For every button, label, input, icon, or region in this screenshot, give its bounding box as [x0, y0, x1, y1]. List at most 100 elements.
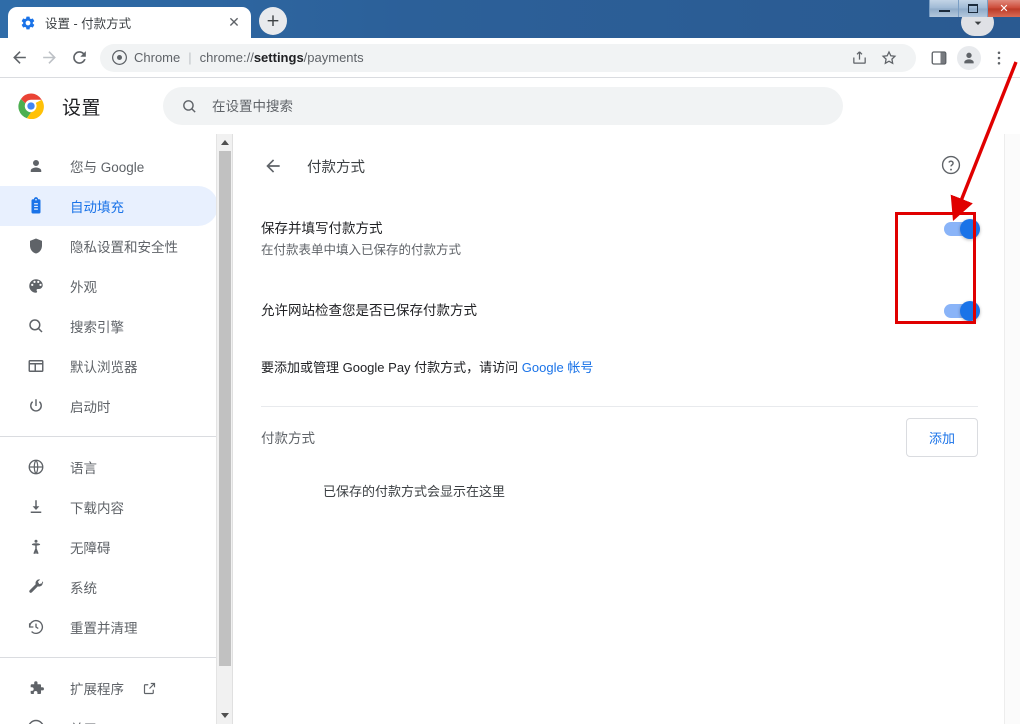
row-text-block: 保存并填写付款方式 在付款表单中填入已保存的付款方式	[261, 218, 944, 260]
page-header: 付款方式	[261, 134, 978, 198]
tab-title: 设置 - 付款方式	[45, 17, 132, 31]
browser-toolbar: Chrome | chrome://settings/payments	[0, 38, 1020, 78]
google-pay-note-text: 要添加或管理 Google Pay 付款方式，请访问	[261, 360, 522, 375]
sidebar-divider-1	[0, 436, 218, 437]
toggle-allow-sites-check[interactable]	[944, 301, 980, 321]
reload-icon[interactable]	[64, 43, 94, 73]
sidebar-item-label: 您与 Google	[70, 160, 145, 175]
wrench-icon	[26, 577, 46, 597]
setting-label: 允许网站检查您是否已保存付款方式	[261, 303, 477, 318]
add-payment-method-button[interactable]: 添加	[905, 417, 978, 457]
back-arrow-icon[interactable]	[261, 154, 285, 178]
sidebar-item-system[interactable]: 系统	[0, 567, 218, 607]
forward-arrow-icon[interactable]	[34, 43, 64, 73]
url-prefix: chrome://	[199, 50, 254, 65]
setting-row-allow-sites-check[interactable]: 允许网站检查您是否已保存付款方式	[261, 300, 980, 321]
star-icon[interactable]	[874, 44, 904, 72]
main-scrollbar[interactable]	[1004, 134, 1020, 724]
sidebar-item-label: 语言	[70, 461, 97, 476]
sidebar-item-languages[interactable]: 语言	[0, 447, 218, 487]
sidebar-item-privacy-security[interactable]: 隐私设置和安全性	[0, 226, 218, 266]
sidebar-item-label: 搜索引擎	[70, 320, 124, 335]
sidebar-item-search-engine[interactable]: 搜索引擎	[0, 306, 218, 346]
external-link-icon	[142, 681, 157, 696]
side-panel-icon[interactable]	[924, 43, 954, 73]
settings-search[interactable]	[163, 87, 844, 125]
sidebar-item-extensions[interactable]: 扩展程序	[0, 668, 218, 708]
sidebar-item-label: 重置并清理	[70, 621, 138, 636]
sidebar-scrollbar[interactable]	[216, 134, 232, 724]
sidebar-item-label: 扩展程序	[70, 682, 124, 697]
google-pay-note: 要添加或管理 Google Pay 付款方式，请访问 Google 帐号	[261, 358, 978, 378]
search-input[interactable]	[212, 98, 826, 114]
sidebar-item-label: 隐私设置和安全性	[70, 240, 178, 255]
sidebar-item-label: 默认浏览器	[70, 360, 138, 375]
toggle-knob	[960, 301, 980, 321]
sidebar-item-label: 外观	[70, 280, 97, 295]
new-tab-button[interactable]: +	[259, 7, 287, 35]
settings-sidebar: 您与 Google 自动填充 隐私设置和安全性 外观 搜索引擎 默认浏览器 启动…	[0, 134, 232, 724]
chrome-logo-icon	[18, 93, 44, 120]
scrollbar-thumb[interactable]	[218, 151, 231, 666]
sidebar-divider-2	[0, 657, 218, 658]
sidebar-item-default-browser[interactable]: 默认浏览器	[0, 346, 218, 386]
globe-icon	[26, 457, 46, 477]
sidebar-item-on-startup[interactable]: 启动时	[0, 386, 218, 426]
sidebar-item-label: 自动填充	[70, 200, 124, 215]
sidebar-item-label: 启动时	[70, 400, 111, 415]
profile-avatar[interactable]	[954, 43, 984, 73]
share-icon[interactable]	[844, 44, 874, 72]
search-icon	[181, 98, 198, 115]
payments-page-title: 付款方式	[307, 159, 365, 176]
power-icon	[26, 396, 46, 416]
browser-tab[interactable]: 设置 - 付款方式 ✕	[8, 7, 251, 38]
back-arrow-icon[interactable]	[4, 43, 34, 73]
sidebar-item-label: 系统	[70, 581, 97, 596]
close-icon[interactable]: ✕	[225, 14, 243, 32]
window-controls: ✕	[929, 0, 1020, 17]
maximize-button[interactable]	[958, 0, 987, 17]
page-title: 设置	[62, 97, 102, 119]
omnibox-separator: |	[188, 50, 192, 65]
payment-methods-title: 付款方式	[261, 431, 315, 446]
setting-row-save-and-fill[interactable]: 保存并填写付款方式 在付款表单中填入已保存的付款方式	[261, 218, 980, 260]
person-icon	[957, 45, 981, 70]
google-account-link[interactable]: Google 帐号	[522, 360, 594, 375]
sidebar-item-autofill[interactable]: 自动填充	[0, 186, 218, 226]
scroll-up-arrow[interactable]	[217, 134, 233, 151]
sidebar-item-downloads[interactable]: 下载内容	[0, 487, 218, 527]
sidebar-item-about-chrome[interactable]: 关于 Chrome	[0, 708, 218, 724]
chrome-logo-icon	[26, 718, 46, 724]
sidebar-item-accessibility[interactable]: 无障碍	[0, 527, 218, 567]
sidebar-item-reset-cleanup[interactable]: 重置并清理	[0, 607, 218, 647]
setting-sublabel: 在付款表单中填入已保存的付款方式	[261, 243, 462, 257]
url-suffix: /payments	[303, 50, 364, 65]
gear-icon	[20, 15, 36, 31]
toggle-save-and-fill[interactable]	[944, 219, 980, 239]
tab-strip: 设置 - 付款方式 ✕ + ✕	[0, 0, 1020, 38]
sidebar-item-label: 下载内容	[70, 501, 124, 516]
minimize-button[interactable]	[929, 0, 958, 17]
three-dots-icon[interactable]	[984, 43, 1014, 73]
help-circle-icon[interactable]	[940, 154, 962, 176]
setting-label: 保存并填写付款方式	[261, 221, 383, 236]
sidebar-item-label: 无障碍	[70, 541, 111, 556]
toggle-knob	[960, 219, 980, 239]
puzzle-icon	[26, 678, 46, 698]
browser-window: 设置 - 付款方式 ✕ + ✕ Chrome | chrome://settin…	[0, 0, 1020, 724]
sidebar-item-you-and-google[interactable]: 您与 Google	[0, 146, 218, 186]
close-button[interactable]: ✕	[987, 0, 1020, 17]
settings-header: 设置	[0, 78, 1020, 134]
empty-state-text: 已保存的付款方式会显示在这里	[323, 484, 506, 499]
clipboard-icon	[26, 196, 46, 216]
scroll-down-arrow[interactable]	[217, 707, 233, 724]
settings-main-panel: 付款方式 保存并填写付款方式 在付款表单中填入已保存的付款方式 允许网站检查您是…	[232, 134, 1020, 724]
address-bar[interactable]: Chrome | chrome://settings/payments	[100, 43, 916, 72]
content-area: 您与 Google 自动填充 隐私设置和安全性 外观 搜索引擎 默认浏览器 启动…	[0, 134, 1020, 724]
payment-methods-header: 付款方式 添加	[261, 407, 978, 467]
url-emphasis: settings	[253, 50, 304, 65]
omnibox-url: chrome://settings/payments	[200, 50, 364, 65]
search-icon	[26, 316, 46, 336]
sidebar-item-appearance[interactable]: 外观	[0, 266, 218, 306]
chrome-icon	[112, 50, 127, 65]
